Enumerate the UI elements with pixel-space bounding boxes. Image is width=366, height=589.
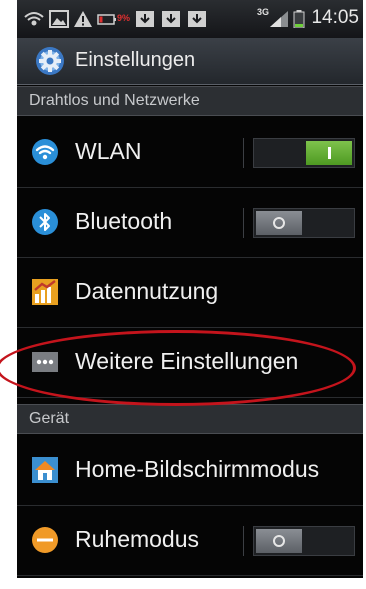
data-usage-icon	[32, 279, 58, 305]
home-icon	[32, 457, 58, 483]
action-bar: Einstellungen	[17, 38, 363, 85]
bottom-margin	[17, 578, 363, 589]
settings-item-data-usage[interactable]: Datennutzung	[17, 258, 363, 328]
divider	[243, 208, 244, 238]
toggle-knob	[306, 141, 352, 165]
sleep-mode-icon	[32, 527, 58, 553]
settings-item-sleep-mode[interactable]: Ruhemodus	[17, 506, 363, 576]
section-header-wireless: Drahtlos und Netzwerke	[17, 86, 363, 116]
section-title: Drahtlos und Netzwerke	[29, 92, 200, 109]
download-icon	[136, 11, 154, 27]
section-header-device: Gerät	[17, 404, 363, 434]
section-title: Gerät	[29, 410, 70, 427]
battery-icon	[293, 10, 305, 28]
wifi-tether-icon	[24, 12, 44, 26]
settings-item-wlan[interactable]: WLAN	[17, 118, 363, 188]
sleep-mode-toggle[interactable]	[253, 526, 355, 556]
divider	[243, 138, 244, 168]
clock: 14:05	[311, 7, 359, 28]
settings-item-more-settings[interactable]: Weitere Einstellungen	[17, 328, 363, 398]
bluetooth-icon	[32, 209, 58, 235]
wlan-toggle[interactable]	[253, 138, 355, 168]
image-icon	[49, 10, 69, 28]
settings-item-label: Datennutzung	[75, 278, 219, 304]
warning-icon	[74, 11, 92, 27]
more-icon	[32, 352, 58, 372]
settings-item-label: Bluetooth	[75, 208, 173, 234]
settings-gear-icon[interactable]	[35, 46, 65, 76]
page-title: Einstellungen	[75, 49, 196, 71]
toggle-knob	[256, 529, 302, 553]
settings-item-label: Ruhemodus	[75, 526, 200, 552]
status-bar: 9% 3G 14:05	[17, 0, 363, 38]
phone-screen: 9% 3G 14:05 Einstellungen Drahtlos und N…	[17, 0, 363, 589]
toggle-knob	[256, 211, 302, 235]
download-icon	[162, 11, 180, 27]
network-type: 3G	[257, 7, 270, 17]
settings-item-label: WLAN	[75, 138, 142, 164]
divider	[243, 526, 244, 556]
bluetooth-toggle[interactable]	[253, 208, 355, 238]
settings-item-bluetooth[interactable]: Bluetooth	[17, 188, 363, 258]
battery-percent: 9%	[117, 13, 131, 23]
settings-item-label: Home-Bildschirmmodus	[75, 456, 320, 482]
signal-icon	[270, 11, 288, 27]
battery-low-icon	[97, 14, 116, 25]
settings-item-label: Weitere Einstellungen	[75, 348, 299, 374]
settings-item-home-screen-mode[interactable]: Home-Bildschirmmodus	[17, 436, 363, 506]
wifi-icon	[32, 139, 58, 165]
download-icon	[188, 11, 206, 27]
